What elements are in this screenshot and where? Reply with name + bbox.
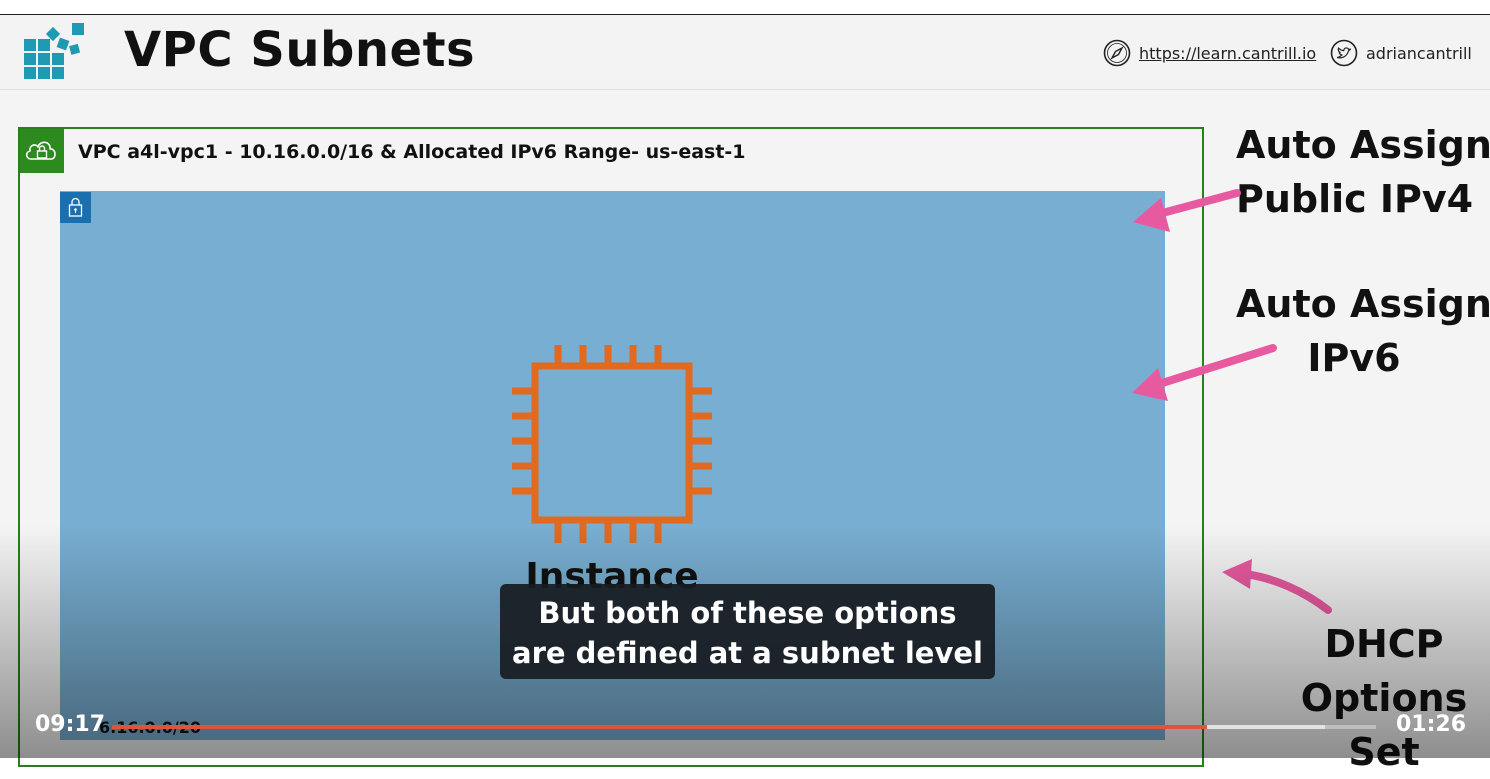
progress-bar[interactable] [112, 725, 1376, 729]
page-title: VPC Subnets [124, 22, 476, 78]
vpc-label: VPC a4l-vpc1 - 10.16.0.0/16 & Allocated … [78, 141, 746, 163]
compass-icon [1103, 39, 1131, 67]
site-link-text[interactable]: https://learn.cantrill.io [1139, 44, 1316, 63]
annotation-dhcp-line1: DHCP [1324, 622, 1444, 666]
caption-line-1: But both of these options [538, 596, 957, 630]
subnet-lock-icon [60, 192, 91, 223]
course-site-link[interactable]: https://learn.cantrill.io [1103, 36, 1316, 70]
annotation-ipv6-line1: Auto Assign [1236, 282, 1490, 326]
elapsed-time: 09:17 [35, 712, 106, 737]
caption-line-2: are defined at a subnet level [512, 636, 983, 670]
annotation-dhcp-options-set: DHCP Options Set [1294, 617, 1474, 779]
twitter-handle[interactable]: adriancantrill [1330, 36, 1472, 70]
subtitle-caption: But both of these options are defined at… [500, 584, 995, 679]
played-fill [112, 725, 1207, 729]
annotation-ipv4-line2: Public IPv4 [1236, 177, 1474, 221]
annotation-auto-assign-ipv4: Auto Assign Public IPv4 [1236, 118, 1490, 226]
remaining-time: 01:26 [1396, 712, 1467, 737]
ec2-instance-chip-icon [512, 345, 712, 543]
vpc-cloud-lock-icon [20, 129, 64, 173]
cantrill-logo-icon [24, 23, 84, 79]
annotation-ipv6-line2: IPv6 [1307, 336, 1401, 380]
twitter-handle-text: adriancantrill [1366, 43, 1472, 63]
twitter-bird-icon [1330, 39, 1358, 67]
annotation-auto-assign-ipv6: Auto Assign IPv6 [1236, 277, 1490, 385]
annotation-ipv4-line1: Auto Assign [1236, 123, 1490, 167]
